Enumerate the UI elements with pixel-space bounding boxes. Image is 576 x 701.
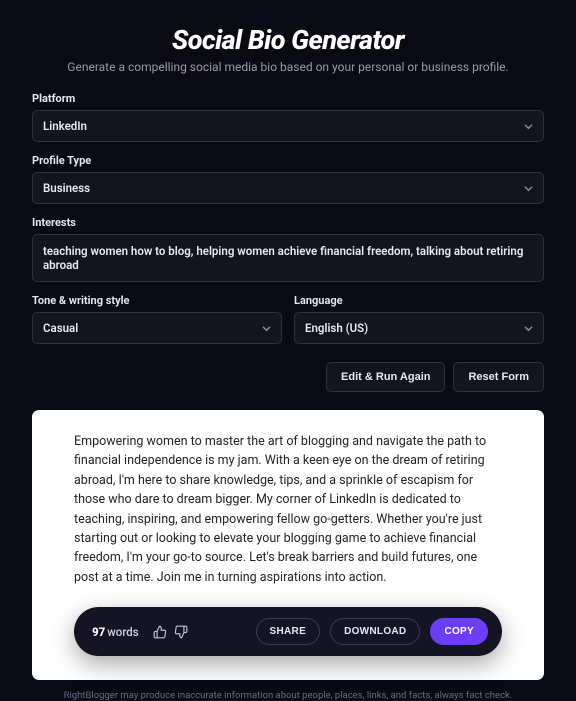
profile-type-select[interactable]: Business [32, 172, 544, 204]
word-count-label: words [107, 625, 138, 639]
reset-form-button[interactable]: Reset Form [453, 362, 544, 392]
word-count-number: 97 [92, 625, 105, 639]
page-subtitle: Generate a compelling social media bio b… [32, 60, 544, 74]
field-profile-type: Profile Type Business [32, 154, 544, 204]
tone-label: Tone & writing style [32, 294, 282, 307]
chevron-down-icon [262, 324, 271, 333]
form-actions: Edit & Run Again Reset Form [32, 362, 544, 392]
chevron-down-icon [524, 324, 533, 333]
platform-select[interactable]: LinkedIn [32, 110, 544, 142]
interests-label: Interests [32, 216, 544, 229]
tone-select[interactable]: Casual [32, 312, 282, 344]
field-platform: Platform LinkedIn [32, 92, 544, 142]
interests-input[interactable]: teaching women how to blog, helping wome… [32, 234, 544, 282]
chevron-down-icon [524, 122, 533, 131]
result-toolbar: 97words SHARE DOWNLOAD COPY [74, 607, 502, 656]
word-count: 97words [92, 625, 139, 639]
feedback-group [153, 624, 189, 639]
profile-type-value: Business [43, 181, 90, 195]
copy-button[interactable]: COPY [430, 618, 488, 645]
language-label: Language [294, 294, 544, 307]
profile-type-label: Profile Type [32, 154, 544, 167]
result-card: Empowering women to master the art of bl… [32, 410, 544, 680]
page-root: Social Bio Generator Generate a compelli… [0, 0, 576, 701]
thumbs-down-icon[interactable] [174, 624, 189, 639]
download-button[interactable]: DOWNLOAD [330, 618, 420, 645]
bio-output: Empowering women to master the art of bl… [74, 432, 502, 587]
platform-label: Platform [32, 92, 544, 105]
thumbs-up-icon[interactable] [153, 624, 168, 639]
chevron-down-icon [524, 184, 533, 193]
language-value: English (US) [305, 321, 368, 335]
field-interests: Interests teaching women how to blog, he… [32, 216, 544, 282]
edit-run-again-button[interactable]: Edit & Run Again [326, 362, 445, 392]
field-tone: Tone & writing style Casual [32, 294, 282, 344]
page-title: Social Bio Generator [32, 24, 544, 56]
interests-value: teaching women how to blog, helping wome… [43, 244, 523, 272]
language-select[interactable]: English (US) [294, 312, 544, 344]
field-language: Language English (US) [294, 294, 544, 344]
tone-value: Casual [43, 321, 78, 335]
platform-value: LinkedIn [43, 119, 87, 133]
disclaimer-text: RightBlogger may produce inaccurate info… [32, 690, 544, 701]
share-button[interactable]: SHARE [256, 618, 321, 645]
